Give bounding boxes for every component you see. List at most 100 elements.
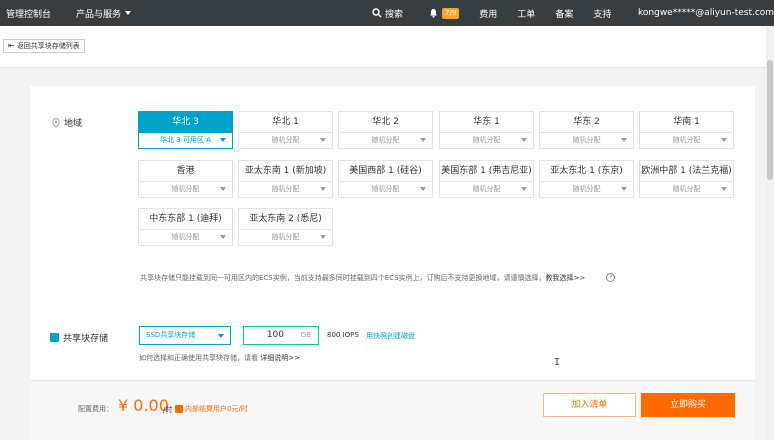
zone-value: 随机分配 [371, 185, 400, 193]
region-name: 中东东部 1 (迪拜) [139, 209, 232, 230]
region-name: 欧洲中部 1 (法兰克福) [640, 161, 733, 182]
region-name: 华北 3 [139, 112, 232, 133]
chevron-down-icon [320, 187, 326, 191]
how-to-choose-link[interactable]: 教我选择>> [546, 274, 586, 282]
back-button-label: 返回共享块存储列表 [16, 42, 80, 50]
zone-value: 随机分配 [672, 136, 701, 144]
region-card[interactable]: 亚太东南 2 (悉尼) 随机分配 [238, 208, 333, 246]
add-to-cart-button[interactable]: 加入清单 [543, 393, 636, 417]
user-account-menu[interactable]: kongwe*****@aliyun-test.com [638, 0, 774, 26]
chevron-down-icon [220, 235, 226, 239]
chevron-down-icon [621, 138, 627, 142]
chevron-down-icon [220, 138, 226, 142]
chevron-down-icon [125, 11, 132, 15]
back-arrow-icon: ⇤ [8, 41, 15, 50]
back-to-list-button[interactable]: ⇤ 返回共享块存储列表 [3, 39, 85, 53]
chevron-down-icon [621, 187, 627, 191]
zone-value: 随机分配 [371, 136, 400, 144]
region-card[interactable]: 欧洲中部 1 (法兰克福) 随机分配 [639, 160, 734, 198]
nav-link-icp[interactable]: 备案 [555, 7, 573, 20]
disk-size-value: 100 [266, 330, 284, 340]
promo-text: 内部结算用户0元/时 [185, 405, 248, 413]
region-name: 华东 2 [540, 112, 633, 133]
disk-size-unit: GB [300, 331, 311, 339]
zone-select[interactable]: 随机分配 [139, 230, 232, 245]
notification-count-badge: 7/9 [442, 7, 460, 19]
region-card[interactable]: 美国西部 1 (硅谷) 随机分配 [338, 160, 433, 198]
chevron-down-icon [521, 138, 527, 142]
zone-select[interactable]: 随机分配 [440, 182, 533, 197]
region-name: 华北 2 [339, 112, 432, 133]
region-name: 美国西部 1 (硅谷) [339, 161, 432, 182]
region-field-label: 地域 [52, 116, 82, 129]
fee-label: 配置费用： [78, 405, 113, 413]
location-pin-icon [52, 117, 60, 128]
help-icon[interactable]: ? [606, 273, 615, 282]
console-home-link[interactable]: 管理控制台 [0, 7, 66, 20]
storage-usage-note: 如何选择和正确使用共享块存储，请看 详细说明>> [139, 353, 300, 363]
region-name: 华南 1 [640, 112, 733, 133]
topbar-right-nav: 搜索 7/9 费用 工单 备案 支持 [372, 0, 611, 26]
zone-select[interactable]: 随机分配 [239, 133, 332, 148]
region-card[interactable]: 中东东部 1 (迪拜) 随机分配 [138, 208, 233, 246]
page-scrollbar-thumb[interactable] [767, 60, 773, 180]
zone-value: 随机分配 [572, 136, 601, 144]
nav-link-billing[interactable]: 费用 [479, 7, 497, 20]
region-card[interactable]: 华北 2 随机分配 [338, 111, 433, 149]
zone-value: 随机分配 [572, 185, 601, 193]
region-name: 华北 1 [239, 112, 332, 133]
zone-select[interactable]: 随机分配 [540, 182, 633, 197]
zone-select[interactable]: 随机分配 [339, 182, 432, 197]
zone-select[interactable]: 随机分配 [339, 133, 432, 148]
region-card[interactable]: 华东 2 随机分配 [539, 111, 634, 149]
region-card[interactable]: 亚太东南 1 (新加坡) 随机分配 [238, 160, 333, 198]
shared-storage-field-label: 共享块存储 [50, 331, 108, 344]
region-card[interactable]: 华北 3 华北 3 可用区 A [138, 111, 233, 149]
nav-link-support[interactable]: 支持 [593, 7, 611, 20]
region-name: 亚太东北 1 (东京) [540, 161, 633, 182]
chevron-down-icon [721, 138, 727, 142]
zone-select[interactable]: 随机分配 [239, 182, 332, 197]
nav-link-tickets[interactable]: 工单 [517, 7, 535, 20]
search-button[interactable]: 搜索 [372, 7, 403, 20]
zone-value: 随机分配 [271, 136, 300, 144]
zone-select[interactable]: 随机分配 [440, 133, 533, 148]
top-navigation-bar: 管理控制台 产品与服务 搜索 7/9 费用 工单 备案 支持 kongwe***… [0, 0, 774, 26]
products-menu[interactable]: 产品与服务 [76, 7, 132, 20]
chevron-down-icon [721, 187, 727, 191]
iops-value: 800 IOPS [327, 331, 359, 339]
region-card[interactable]: 华北 1 随机分配 [238, 111, 333, 149]
region-name: 香港 [139, 161, 232, 182]
region-note-text: 共享块存储只能挂载到同一可用区内的ECS实例，当前支持最多同时挂载到四个ECS实… [140, 274, 546, 282]
zone-select[interactable]: 华北 3 可用区 A [139, 133, 232, 148]
zone-value: 华北 3 可用区 A [160, 136, 211, 144]
chevron-down-icon [420, 187, 426, 191]
region-label-text: 地域 [64, 119, 83, 129]
zone-select[interactable]: 随机分配 [640, 182, 733, 197]
zone-select[interactable]: 随机分配 [239, 230, 332, 245]
region-name: 亚太东南 1 (新加坡) [239, 161, 332, 182]
storage-disk-icon [50, 333, 59, 342]
storage-usage-text: 如何选择和正确使用共享块存储，请看 [139, 354, 258, 362]
buy-now-button[interactable]: 立即购买 [641, 393, 735, 417]
disk-type-select[interactable]: SSD共享块存储 [139, 326, 231, 345]
disk-size-input[interactable]: 100 GB [243, 326, 319, 345]
products-menu-label: 产品与服务 [76, 9, 122, 20]
region-card[interactable]: 美国东部 1 (弗吉尼亚) 随机分配 [439, 160, 534, 198]
region-card[interactable]: 亚太东北 1 (东京) 随机分配 [539, 160, 634, 198]
notifications-button[interactable]: 7/9 [429, 7, 460, 19]
zone-select[interactable]: 随机分配 [540, 133, 633, 148]
region-note: 共享块存储只能挂载到同一可用区内的ECS实例，当前支持最多同时挂载到四个ECS实… [140, 273, 585, 283]
region-card[interactable]: 香港 随机分配 [138, 160, 233, 198]
region-card[interactable]: 华南 1 随机分配 [639, 111, 734, 149]
region-card[interactable]: 华东 1 随机分配 [439, 111, 534, 149]
zone-select[interactable]: 随机分配 [640, 133, 733, 148]
create-from-snapshot-link[interactable]: 用快照创建磁盘 [366, 331, 415, 341]
zone-value: 随机分配 [171, 185, 200, 193]
chevron-down-icon [218, 334, 224, 338]
details-link[interactable]: 详细说明>> [260, 354, 300, 362]
zone-value: 随机分配 [472, 185, 501, 193]
zone-value: 随机分配 [171, 233, 200, 241]
chevron-down-icon [220, 187, 226, 191]
zone-select[interactable]: 随机分配 [139, 182, 232, 197]
